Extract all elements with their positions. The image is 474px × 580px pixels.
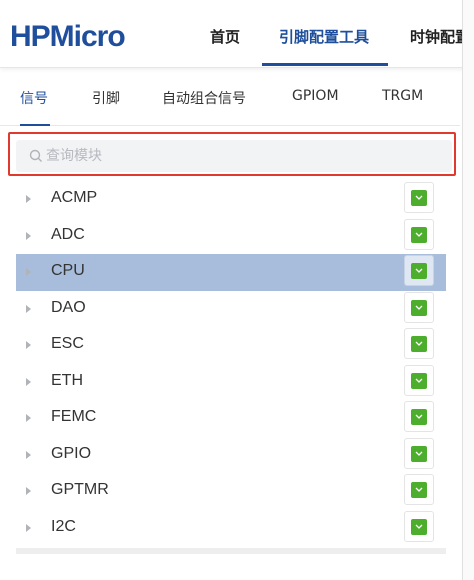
search-input[interactable] bbox=[46, 140, 436, 172]
module-checkbox[interactable] bbox=[411, 409, 427, 425]
chevron-down-icon bbox=[415, 414, 423, 419]
module-checkbox-frame bbox=[404, 510, 434, 542]
nav-pin-config-tool[interactable]: 引脚配置工具 bbox=[279, 0, 369, 66]
chevron-down-icon bbox=[415, 341, 423, 346]
sub-tab-bar: 信号 引脚 自动组合信号 GPIOM TRGM bbox=[0, 74, 460, 126]
search-icon bbox=[29, 149, 42, 162]
horizontal-scrollbar[interactable] bbox=[16, 548, 446, 554]
module-row-cpu[interactable]: CPU bbox=[16, 254, 446, 291]
module-label: I2C bbox=[51, 517, 76, 535]
expand-caret-icon[interactable] bbox=[26, 450, 31, 459]
module-label: GPTMR bbox=[51, 481, 109, 498]
expand-caret-icon[interactable] bbox=[26, 341, 31, 349]
module-checkbox[interactable] bbox=[411, 518, 427, 535]
module-row-gptmr[interactable]: GPTMR bbox=[16, 473, 446, 510]
module-label: ETH bbox=[51, 371, 83, 389]
chevron-down-icon bbox=[415, 487, 423, 492]
chevron-down-icon bbox=[415, 195, 423, 200]
chevron-down-icon bbox=[415, 268, 423, 273]
chevron-down-icon bbox=[415, 378, 423, 383]
module-label: GPIO bbox=[51, 444, 92, 462]
module-checkbox[interactable] bbox=[411, 445, 427, 462]
chevron-down-icon bbox=[415, 232, 423, 237]
hpmicro-logo[interactable]: HPMicro bbox=[10, 18, 170, 52]
module-row-gpio[interactable]: GPIO bbox=[16, 437, 446, 474]
expand-caret-icon[interactable] bbox=[26, 231, 31, 240]
module-checkbox[interactable] bbox=[411, 482, 427, 498]
module-label: DAO bbox=[51, 298, 86, 316]
module-checkbox[interactable] bbox=[411, 190, 427, 206]
module-checkbox[interactable] bbox=[411, 372, 427, 389]
expand-caret-icon[interactable] bbox=[26, 268, 31, 276]
tab-active-indicator bbox=[20, 124, 50, 126]
module-row-adc[interactable]: ADC bbox=[16, 218, 446, 255]
tab-signal[interactable]: 信号 bbox=[20, 88, 48, 108]
nav-active-indicator bbox=[262, 63, 388, 66]
tab-gpiom[interactable]: GPIOM bbox=[292, 88, 339, 104]
tab-pin[interactable]: 引脚 bbox=[92, 88, 120, 108]
module-row-dao[interactable]: DAO bbox=[16, 291, 446, 328]
tab-auto-combined-signal[interactable]: 自动组合信号 bbox=[162, 88, 246, 108]
expand-caret-icon[interactable] bbox=[26, 377, 31, 386]
module-checkbox-frame bbox=[404, 364, 434, 396]
module-checkbox-frame bbox=[404, 218, 434, 250]
expand-caret-icon[interactable] bbox=[26, 523, 31, 532]
module-checkbox[interactable] bbox=[411, 226, 427, 243]
chevron-down-icon bbox=[415, 451, 423, 456]
expand-caret-icon[interactable] bbox=[26, 304, 31, 313]
module-checkbox-frame bbox=[404, 291, 434, 323]
module-checkbox-frame bbox=[404, 437, 434, 469]
expand-caret-icon[interactable] bbox=[26, 195, 31, 203]
module-checkbox-frame bbox=[404, 474, 434, 505]
chevron-down-icon bbox=[415, 524, 423, 529]
nav-home[interactable]: 首页 bbox=[210, 0, 240, 66]
module-label: ESC bbox=[51, 335, 84, 352]
module-checkbox-frame bbox=[404, 182, 434, 213]
module-row-eth[interactable]: ETH bbox=[16, 364, 446, 401]
module-row-acmp[interactable]: ACMP bbox=[16, 181, 446, 218]
chevron-down-icon bbox=[415, 305, 423, 310]
top-header: HPMicro 首页 引脚配置工具 时钟配置工 bbox=[0, 0, 474, 68]
module-row-i2c[interactable]: I2C bbox=[16, 510, 446, 547]
expand-caret-icon[interactable] bbox=[26, 414, 31, 422]
tab-trgm[interactable]: TRGM bbox=[382, 88, 423, 104]
svg-text:HPMicro: HPMicro bbox=[10, 20, 125, 52]
search-container bbox=[16, 140, 452, 172]
module-checkbox[interactable] bbox=[411, 336, 427, 352]
right-panel-edge bbox=[462, 0, 474, 580]
module-row-femc[interactable]: FEMC bbox=[16, 400, 446, 437]
module-list: ACMP ADC CPU DAO ESC ETH FEMC GPIO GPTMR bbox=[16, 181, 446, 546]
module-checkbox-frame bbox=[404, 328, 434, 359]
module-checkbox[interactable] bbox=[411, 299, 427, 316]
module-label: CPU bbox=[51, 262, 85, 279]
module-label: ADC bbox=[51, 225, 85, 243]
expand-caret-icon[interactable] bbox=[26, 487, 31, 495]
module-label: FEMC bbox=[51, 408, 97, 425]
module-checkbox[interactable] bbox=[411, 263, 427, 279]
module-row-esc[interactable]: ESC bbox=[16, 327, 446, 364]
module-checkbox-frame bbox=[404, 401, 434, 432]
module-label: ACMP bbox=[51, 189, 98, 206]
module-checkbox-frame bbox=[404, 255, 434, 286]
